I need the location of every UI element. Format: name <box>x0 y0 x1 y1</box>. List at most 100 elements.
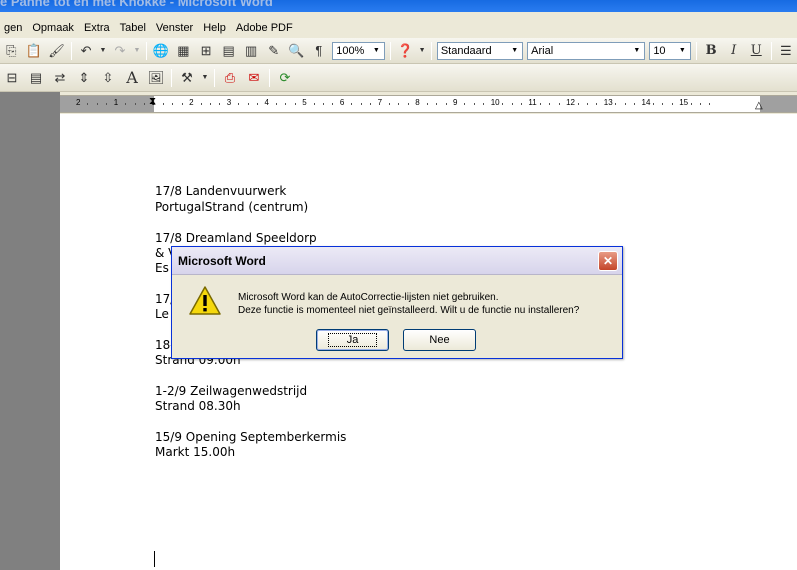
distribute-rows-icon[interactable]: ⇳ <box>97 67 119 89</box>
tools-icon[interactable]: ⚒ <box>176 67 198 89</box>
font-select[interactable]: Arial ▼ <box>527 41 646 60</box>
indent-marker-icon[interactable]: ⧗ <box>149 96 156 107</box>
ruler-tick <box>96 103 98 105</box>
style-select[interactable]: Standaard ▼ <box>436 41 524 60</box>
ruler-tick <box>87 103 89 105</box>
help-dropdown-icon[interactable]: ▼ <box>417 40 426 62</box>
doc-line: 1-2/9 Zeilwagenwedstrijd <box>155 384 308 398</box>
chevron-down-icon[interactable]: ▼ <box>370 44 383 58</box>
ruler-tick <box>209 103 211 105</box>
tables-borders-icon[interactable]: ▦ <box>173 40 194 62</box>
ruler-tick <box>143 103 145 105</box>
ruler-number: 2 <box>189 98 194 107</box>
yes-button[interactable]: Ja <box>316 329 389 351</box>
doc-line: 17/8 Dreamland Speeldorp <box>155 231 317 245</box>
ruler-tick <box>332 103 334 105</box>
window-title-bar[interactable]: e Panne tot en met Knokke - Microsoft Wo… <box>0 0 797 12</box>
ruler-tick <box>398 103 400 105</box>
text-direction-icon[interactable]: A <box>121 67 143 89</box>
ruler-number: 12 <box>566 98 575 107</box>
copy-icon[interactable]: ⎘ <box>1 40 22 62</box>
chevron-down-icon[interactable]: ▼ <box>630 44 643 58</box>
insert-excel-icon[interactable]: ▤ <box>218 40 239 62</box>
show-hide-icon[interactable]: ¶ <box>309 40 330 62</box>
hyperlink-icon[interactable]: 🌐 <box>151 40 172 62</box>
paste-icon[interactable]: 📋 <box>24 40 45 62</box>
review-icon[interactable]: ⟳ <box>274 67 296 89</box>
document-map-icon[interactable]: 🔍 <box>286 40 307 62</box>
toolbar-separator <box>389 41 391 60</box>
ruler-tick <box>407 103 409 105</box>
ruler-tick <box>445 103 447 105</box>
help-icon[interactable]: ❓ <box>395 40 416 62</box>
convert-pdf-email-icon[interactable]: ✉ <box>243 67 265 89</box>
undo-icon[interactable]: ↶ <box>76 40 97 62</box>
ruler-tick <box>172 103 174 105</box>
align-left-icon[interactable]: ☰ <box>776 40 797 62</box>
ruler-tick <box>483 103 485 105</box>
align-vertical-icon[interactable]: ⇕ <box>73 67 95 89</box>
ruler-tick <box>125 103 127 105</box>
horizontal-ruler[interactable]: 2 1 1 2 3 4 5 6 7 8 9 10 11 12 13 14 15 ⧗ △ <box>60 95 797 113</box>
chevron-down-icon[interactable]: ▼ <box>676 44 689 58</box>
toolbar-separator <box>430 41 432 60</box>
menu-item-tabel[interactable]: Tabel <box>116 22 150 34</box>
ruler-number: 15 <box>679 98 689 107</box>
ruler-tick <box>558 103 560 105</box>
right-indent-marker-icon[interactable]: △ <box>755 100 763 111</box>
bold-button[interactable]: B <box>701 40 722 62</box>
drawing-icon[interactable]: ✎ <box>263 40 284 62</box>
zoom-select[interactable]: 100% ▼ <box>332 41 385 60</box>
insert-picture-icon[interactable]: 🖼 <box>145 67 167 89</box>
menu-item-venster[interactable]: Venster <box>152 22 197 34</box>
ruler-number: 2 <box>76 98 81 107</box>
toolbar-separator <box>770 41 772 60</box>
menu-item-partial[interactable]: gen <box>0 22 26 34</box>
doc-line: PortugalStrand (centrum) <box>155 200 309 214</box>
menu-item-opmaak[interactable]: Opmaak <box>28 22 78 34</box>
no-button-label: Nee <box>429 334 450 346</box>
ruler-tick <box>700 103 702 105</box>
ruler-tick <box>539 103 541 105</box>
convert-pdf-icon[interactable]: ⎙ <box>219 67 241 89</box>
redo-dropdown-icon[interactable]: ▼ <box>132 40 141 62</box>
ruler-tick <box>238 103 240 105</box>
ruler-tick <box>690 103 692 105</box>
no-button[interactable]: Nee <box>403 329 476 351</box>
close-icon[interactable]: ✕ <box>598 251 618 271</box>
italic-button[interactable]: I <box>723 40 744 62</box>
insert-table-icon[interactable]: ⊞ <box>196 40 217 62</box>
undo-dropdown-icon[interactable]: ▼ <box>98 40 107 62</box>
format-painter-icon[interactable]: 🖌 <box>46 40 67 62</box>
menu-item-extra[interactable]: Extra <box>80 22 114 34</box>
ruler-tick <box>671 103 673 105</box>
menu-item-help[interactable]: Help <box>199 22 230 34</box>
doc-line: 15/9 Opening Septemberkermis <box>155 430 347 444</box>
ruler-tick <box>577 103 579 105</box>
tools-dropdown-icon[interactable]: ▼ <box>200 67 210 89</box>
ruler-tick <box>219 103 221 105</box>
ruler-tick <box>294 103 296 105</box>
insert-columns-icon[interactable]: ▤ <box>25 67 47 89</box>
dialog-title-bar[interactable]: Microsoft Word ✕ <box>172 247 622 275</box>
ruler-number: 14 <box>641 98 651 107</box>
ruler-tick <box>586 103 588 105</box>
menu-item-adobe-pdf[interactable]: Adobe PDF <box>232 22 297 34</box>
toolbar-separator <box>269 68 270 87</box>
standard-toolbar: ⎘ 📋 🖌 ↶ ▼ ↷ ▼ 🌐 ▦ ⊞ ▤ ▥ ✎ 🔍 ¶ 100% ▼ ❓ ▼… <box>0 38 797 64</box>
chevron-down-icon[interactable]: ▼ <box>508 44 521 58</box>
font-size-select[interactable]: 10 ▼ <box>649 41 691 60</box>
insert-rows-icon[interactable]: ⊟ <box>1 67 23 89</box>
ruler-tick <box>464 103 466 105</box>
ruler-number: 5 <box>302 98 307 107</box>
ruler-tick <box>370 103 372 105</box>
ruler-tick <box>426 103 428 105</box>
split-cells-icon[interactable]: ⇄ <box>49 67 71 89</box>
columns-icon[interactable]: ▥ <box>241 40 262 62</box>
underline-button[interactable]: U <box>746 40 767 62</box>
ruler-tick <box>323 103 325 105</box>
doc-line: Le <box>155 307 169 321</box>
ruler-tick <box>436 103 438 105</box>
redo-icon[interactable]: ↷ <box>110 40 131 62</box>
ruler-tick <box>709 103 711 105</box>
